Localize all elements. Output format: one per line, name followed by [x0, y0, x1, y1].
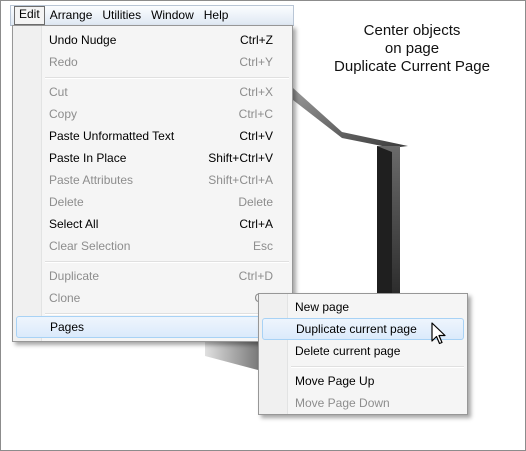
menu-separator	[45, 313, 289, 315]
menu-separator	[45, 261, 289, 263]
menu-item-pages[interactable]: Pages	[16, 316, 289, 338]
menu-window[interactable]: Window	[146, 7, 199, 24]
menu-bar: Edit Arrange Utilities Window Help	[10, 5, 294, 26]
menu-separator	[45, 77, 289, 79]
menu-separator	[291, 366, 464, 368]
menu-item-undo-nudge[interactable]: Undo Nudge Ctrl+Z	[16, 29, 289, 51]
menu-item-label: New page	[295, 300, 350, 314]
menu-item-clear-selection[interactable]: Clear Selection Esc	[16, 235, 289, 257]
cube-right-face	[377, 146, 392, 300]
menu-item-label: Delete	[49, 195, 84, 209]
caption-line-2: on page	[384, 40, 440, 57]
menu-item-label: Delete current page	[295, 344, 401, 358]
menu-item-shortcut: Delete	[238, 195, 273, 209]
menu-item-shortcut: Esc	[252, 239, 273, 253]
pages-submenu: New page Duplicate current page Delete c…	[258, 293, 468, 415]
menu-item-label: Clear Selection	[49, 239, 131, 253]
menu-arrange[interactable]: Arrange	[45, 7, 98, 24]
menu-item-label: Paste In Place	[49, 151, 127, 165]
menu-item-shortcut: Ctrl+A	[239, 217, 273, 231]
menu-item-shortcut: Ctrl+D	[238, 269, 273, 283]
menu-item-shortcut: Shift+Ctrl+A	[208, 173, 273, 187]
caption-line-3: Duplicate Current Page	[334, 58, 490, 75]
menu-item-paste-in-place[interactable]: Paste In Place Shift+Ctrl+V	[16, 147, 289, 169]
menu-item-label: Move Page Down	[295, 396, 390, 410]
menu-item-paste-unformatted-text[interactable]: Paste Unformatted Text Ctrl+V	[16, 125, 289, 147]
menu-item-move-page-down[interactable]: Move Page Down	[262, 392, 464, 414]
menu-item-new-page[interactable]: New page	[262, 296, 464, 318]
menu-item-label: Paste Attributes	[49, 173, 134, 187]
menu-item-label: Redo	[49, 55, 78, 69]
menu-item-paste-attributes[interactable]: Paste Attributes Shift+Ctrl+A	[16, 169, 289, 191]
menu-item-label: Duplicate current page	[296, 322, 417, 336]
edit-menu-dropdown: Undo Nudge Ctrl+Z Redo Ctrl+Y Cut Ctrl+X…	[12, 25, 293, 342]
menu-item-shortcut: Ctrl+Z	[240, 33, 273, 47]
menu-item-label: Cut	[49, 85, 68, 99]
menu-item-redo[interactable]: Redo Ctrl+Y	[16, 51, 289, 73]
arrow-pointer-icon	[431, 322, 446, 345]
menu-item-move-page-up[interactable]: Move Page Up	[262, 370, 464, 392]
menu-item-cut[interactable]: Cut Ctrl+X	[16, 81, 289, 103]
menu-item-copy[interactable]: Copy Ctrl+C	[16, 103, 289, 125]
caption-line-1: Center objects	[363, 22, 461, 39]
menu-item-shortcut: Shift+Ctrl+V	[208, 151, 273, 165]
menu-help[interactable]: Help	[199, 7, 234, 24]
menu-item-label: Undo Nudge	[49, 33, 117, 47]
caption-text: Center objects on page Duplicate Current…	[320, 22, 504, 76]
menu-item-delete[interactable]: Delete Delete	[16, 191, 289, 213]
menu-item-shortcut: Ctrl+X	[239, 85, 273, 99]
menu-item-label: Select All	[49, 217, 99, 231]
menu-item-label: Duplicate	[49, 269, 100, 283]
menu-item-label: Clone	[49, 291, 81, 305]
menu-item-shortcut: Ctrl+Y	[239, 55, 273, 69]
menu-item-shortcut: Ctrl+V	[239, 129, 273, 143]
menu-item-label: Copy	[49, 107, 78, 121]
menu-item-select-all[interactable]: Select All Ctrl+A	[16, 213, 289, 235]
menu-item-label: Paste Unformatted Text	[49, 129, 175, 143]
menu-item-label: Pages	[50, 320, 85, 334]
menu-edit[interactable]: Edit	[14, 6, 45, 25]
menu-item-duplicate[interactable]: Duplicate Ctrl+D	[16, 265, 289, 287]
menu-utilities[interactable]: Utilities	[97, 7, 146, 24]
menu-item-shortcut: Ctrl+C	[238, 107, 273, 121]
menu-item-label: Move Page Up	[295, 374, 375, 388]
cube-top-edge	[293, 88, 408, 148]
menu-item-clone[interactable]: Clone Ctrl	[16, 287, 289, 309]
